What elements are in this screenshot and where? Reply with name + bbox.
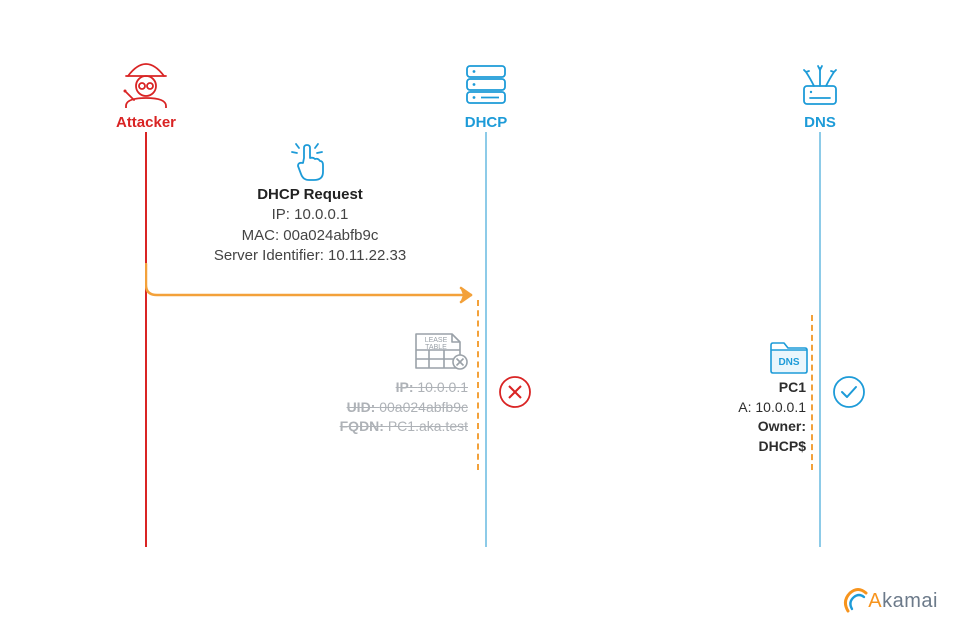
request-mac: MAC: 00a024abfb9c	[190, 226, 430, 246]
dns-record: PC1 A: 10.0.0.1 Owner: DHCP$	[716, 378, 806, 456]
lease-ip: IP: 10.0.0.1	[302, 378, 468, 398]
wave-icon	[840, 587, 868, 615]
dhcp-label: DHCP	[426, 114, 546, 131]
status-fail-icon	[498, 375, 532, 413]
request-ip: IP: 10.0.0.1	[190, 205, 430, 225]
attacker-label: Attacker	[86, 114, 206, 131]
lifeline-attacker	[145, 132, 147, 547]
dhcp-request-message: DHCP Request IP: 10.0.0.1 MAC: 00a024abf…	[190, 185, 430, 266]
dns-folder-icon: DNS	[768, 340, 810, 380]
server-icon	[426, 52, 546, 108]
lease-uid: UID: 00a024abfb9c	[302, 398, 468, 418]
request-title: DHCP Request	[190, 185, 430, 205]
lifeline-dns	[819, 132, 821, 547]
svg-text:LEASE: LEASE	[425, 337, 448, 344]
dns-activation	[811, 315, 813, 470]
brand-name: Akamai	[868, 590, 938, 613]
dns-record-a: A: 10.0.0.1	[716, 398, 806, 418]
lease-fqdn: FQDN: PC1.aka.test	[302, 417, 468, 437]
dns-record-name: PC1	[716, 378, 806, 398]
lease-table-record: IP: 10.0.0.1 UID: 00a024abfb9c FQDN: PC1…	[302, 378, 468, 437]
dns-server-icon	[760, 52, 880, 108]
brand-logo: Akamai	[840, 587, 938, 615]
actor-dhcp: DHCP	[426, 52, 546, 131]
dns-record-owner: Owner: DHCP$	[716, 417, 806, 456]
actor-dns: DNS	[760, 52, 880, 131]
pointer-icon	[290, 140, 328, 186]
actor-attacker: Attacker	[86, 52, 206, 131]
attacker-icon	[86, 52, 206, 108]
lease-table-icon: LEASE TABLE	[412, 330, 468, 376]
svg-text:DNS: DNS	[778, 357, 799, 368]
request-arrow	[145, 263, 487, 313]
lifeline-dhcp	[485, 132, 487, 547]
dhcp-activation	[477, 300, 479, 470]
dns-label: DNS	[760, 114, 880, 131]
status-ok-icon	[832, 375, 866, 413]
svg-text:TABLE: TABLE	[425, 344, 447, 351]
